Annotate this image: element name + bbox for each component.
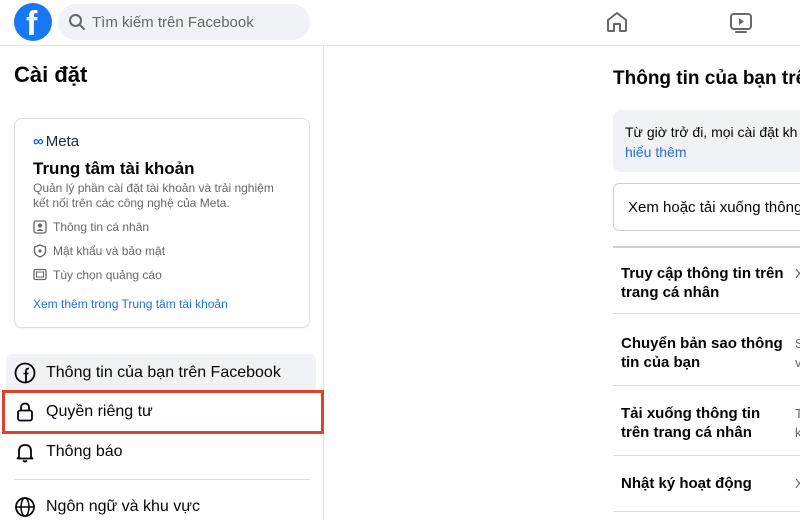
page-title: Cài đặt [14,62,88,87]
learn-more-link[interactable]: hiểu thêm [625,144,686,160]
search-icon [69,14,85,30]
sidebar-item-label: Quyền riêng tư [46,403,153,420]
notice-text: Từ giờ trở đi, mọi cài đặt kh [625,124,798,140]
account-center-title: Trung tâm tài khoản [33,159,195,178]
search-input[interactable]: Tìm kiếm trên Facebook [92,14,254,31]
list-item-transfer-copy[interactable]: Chuyển bản sao thông tin của bạn S v [613,322,800,386]
home-icon[interactable] [605,10,629,34]
account-center-link[interactable]: Xem thêm trong Trung tâm tài khoản [33,297,228,311]
sidebar-item-your-info[interactable]: Thông tin của bạn trên Facebook [6,354,316,392]
list-item-access-info[interactable]: Truy cập thông tin trên trang cá nhân X [613,252,800,314]
list-item-activity-log[interactable]: Nhật ký hoạt động X [613,462,800,512]
bell-icon [16,444,34,463]
top-bar: f Tìm kiếm trên Facebook [0,0,800,46]
facebook-icon [14,362,36,384]
divider [14,479,310,480]
globe-icon [15,497,35,517]
sidebar-item-label: Ngôn ngữ và khu vực [46,498,200,515]
main-content: Thông tin của bạn trên Từ giờ trở đi, mọ… [325,46,800,520]
notice-box: Từ giờ trở đi, mọi cài đặt kh hiểu thêm [613,110,800,172]
facebook-logo[interactable]: f [14,3,52,43]
list-item-download-info[interactable]: Tải xuống thông tin trên trang cá nhân T… [613,392,800,456]
sidebar-item-language-region[interactable]: Ngôn ngữ và khu vực [6,488,316,526]
shield-icon [33,244,47,258]
sidebar-item-notifications[interactable]: Thông báo [6,433,316,471]
view-download-label: Xem hoặc tải xuống thông [628,199,800,216]
id-card-icon [33,220,47,234]
divider [613,246,800,248]
monitor-icon [33,268,47,281]
sidebar-item-privacy[interactable]: Quyền riêng tư [6,393,316,431]
settings-sidebar: Cài đặt ∞ Meta Trung tâm tài khoản Quản l… [0,46,324,520]
section-title: Thông tin của bạn trên [613,68,800,89]
video-icon[interactable] [729,10,753,34]
meta-infinity-icon: ∞ [33,133,44,150]
lock-icon [17,402,33,422]
view-download-button[interactable]: Xem hoặc tải xuống thông [613,183,800,231]
account-center-card[interactable]: ∞ Meta Trung tâm tài khoản Quản lý phần c… [14,118,310,328]
sidebar-item-label: Thông báo [46,443,123,460]
meta-logo: ∞ Meta [33,133,80,150]
account-center-description: Quản lý phần cài đặt tài khoản và trải n… [33,181,274,210]
sidebar-item-label: Thông tin của bạn trên Facebook [46,364,281,381]
facebook-logo-letter: f [26,5,38,43]
search-box[interactable]: Tìm kiếm trên Facebook [58,4,310,40]
